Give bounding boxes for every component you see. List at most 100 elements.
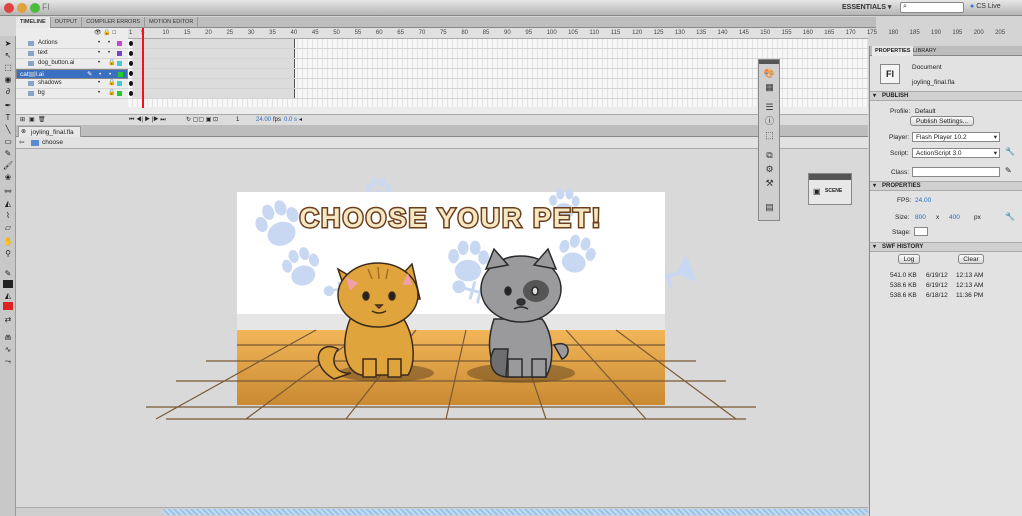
layer-outline-color[interactable] [117, 61, 122, 66]
line-tool-icon[interactable]: ╲ [2, 124, 14, 135]
rectangle-tool-icon[interactable]: ▭ [2, 136, 14, 147]
free-transform-tool-icon[interactable]: ⬚ [2, 62, 14, 73]
playback-controls[interactable]: ⏮ ◀| ▶ |▶ ⏭ [129, 115, 166, 125]
fps-value[interactable]: 24.00 [915, 197, 931, 204]
layer-outline-color[interactable] [117, 91, 122, 96]
layer-row[interactable]: cattail.ai✎•• [16, 69, 128, 79]
eyedropper-tool-icon[interactable]: ⌇ [2, 210, 14, 221]
layer-outline-color[interactable] [117, 81, 122, 86]
document-settings-wrench-icon[interactable]: 🔧 [1005, 212, 1015, 221]
tab-output[interactable]: OUTPUT [51, 17, 83, 28]
stage-height-value[interactable]: 400 [949, 214, 960, 221]
stage-width-value[interactable]: 800 [915, 214, 926, 221]
layer-outline-color[interactable] [117, 41, 122, 46]
frame-span[interactable] [133, 89, 295, 98]
publish-section-header[interactable]: ▾ PUBLISH [870, 91, 1022, 101]
transform-panel-icon[interactable]: ⬚ [763, 130, 776, 141]
elapsed-time[interactable]: 0.0 s [284, 115, 297, 125]
layer-lock-icon[interactable]: 🔒 [108, 59, 115, 68]
layer-visibility-toggle[interactable]: • [98, 59, 100, 68]
stage-horizontal-scrollbar[interactable] [16, 507, 868, 516]
layer-lock-icon[interactable]: • [108, 39, 110, 48]
frame-span[interactable] [133, 59, 295, 68]
new-layer-icon[interactable]: ⊞ [20, 115, 25, 125]
player-select[interactable]: Flash Player 10.2 ▾ [912, 132, 1000, 142]
keyframe[interactable] [129, 81, 133, 86]
frame-span[interactable] [133, 69, 295, 78]
keyframe[interactable] [129, 71, 133, 76]
zoom-window-icon[interactable] [30, 3, 40, 13]
properties-section-header[interactable]: ▾ PROPERTIES [870, 181, 1022, 191]
breadcrumb-scene[interactable]: choose [42, 139, 63, 146]
layer-visibility-toggle[interactable]: • [98, 39, 100, 48]
script-select[interactable]: ActionScript 3.0 ▾ [912, 148, 1000, 158]
new-folder-icon[interactable]: ▣ [29, 115, 35, 125]
color-panel-icon[interactable]: 🎨 [763, 68, 776, 79]
class-input[interactable] [912, 167, 1000, 177]
layer-lock-icon[interactable]: 🔒 [108, 79, 115, 88]
zoom-tool-icon[interactable]: ⚲ [2, 248, 14, 259]
fill-color-swatch[interactable] [3, 302, 13, 310]
swf-clear-button[interactable]: Clear [958, 254, 984, 264]
document-tab[interactable]: ⊗ joyling_final.fla [18, 126, 81, 137]
swf-log-button[interactable]: Log [898, 254, 920, 264]
subselection-tool-icon[interactable]: ↖ [2, 50, 14, 61]
delete-layer-icon[interactable]: 🗑 [38, 115, 46, 125]
paint-bucket-tool-icon[interactable]: ◭ [2, 198, 14, 209]
stage-area[interactable]: CHOOSE YOUR PET! [16, 149, 868, 507]
frame-rate-value[interactable]: 24.00 [256, 115, 271, 125]
swap-colors-icon[interactable]: ⇄ [2, 314, 14, 325]
text-tool-icon[interactable]: T [2, 112, 14, 123]
components-panel-icon[interactable]: ⧉ [763, 150, 776, 161]
tab-compiler-errors[interactable]: COMPILER ERRORS [82, 17, 146, 28]
workspace-essentials-menu[interactable]: ESSENTIALS ▾ [842, 3, 891, 11]
3d-rotation-tool-icon[interactable]: ◉ [2, 74, 14, 85]
layer-lock-icon[interactable]: • [108, 49, 110, 58]
close-window-icon[interactable] [4, 3, 14, 13]
frame-grid[interactable] [128, 39, 868, 107]
lock-all-layers-icon[interactable]: 🔒 [103, 30, 110, 36]
layer-row[interactable]: shadows • 🔒 [16, 79, 128, 89]
deco-tool-icon[interactable]: ❀ [2, 172, 14, 183]
movie-explorer-icon[interactable]: ▤ [763, 202, 776, 213]
layer-frames[interactable] [128, 49, 868, 59]
layer-row[interactable]: Actions • • [16, 39, 128, 49]
cs-live-button[interactable]: ● CS Live [970, 3, 1001, 10]
onion-skin-icons[interactable]: ↻ ▢▢ ▣ ⊡ [186, 115, 218, 125]
frame-span[interactable] [133, 39, 295, 48]
layer-outline-color[interactable] [117, 51, 122, 56]
layer-row[interactable]: dog_button.ai • 🔒 [16, 59, 128, 69]
layer-row[interactable]: text • • [16, 49, 128, 59]
frame-ruler[interactable]: 1510152025303540455055606570758085909510… [128, 28, 1005, 39]
keyframe[interactable] [129, 61, 133, 66]
scrollbar-thumb[interactable] [162, 509, 868, 515]
stroke-color-icon[interactable]: ✎ [2, 268, 14, 279]
stage-color-swatch[interactable] [914, 227, 928, 236]
scene-panel-icon[interactable]: ▣ [813, 187, 821, 196]
dock-grip[interactable] [759, 60, 779, 64]
bone-tool-icon[interactable]: ⚯ [2, 186, 14, 197]
timeline-scroll-left-icon[interactable]: ◂ [299, 115, 302, 125]
fill-color-icon[interactable]: ◭ [2, 290, 14, 301]
layer-lock-icon[interactable]: 🔒 [108, 89, 115, 98]
frame-span[interactable] [133, 49, 295, 58]
pen-tool-icon[interactable]: ✒ [2, 100, 14, 111]
scene-panel-label[interactable]: SCENE [825, 188, 842, 194]
back-arrow-icon[interactable]: ⇦ [19, 137, 24, 149]
keyframe[interactable] [129, 91, 133, 96]
frame-span[interactable] [133, 79, 295, 88]
align-panel-icon[interactable]: ☰ [763, 102, 776, 113]
hand-tool-icon[interactable]: ✋ [2, 236, 14, 247]
info-panel-icon[interactable]: ⓘ [763, 116, 776, 127]
swf-history-section-header[interactable]: ▾ SWF HISTORY [870, 242, 1022, 252]
snap-to-objects-icon[interactable]: ⋒ [2, 332, 14, 343]
tab-timeline[interactable]: TIMELINE [16, 17, 51, 28]
layer-visibility-toggle[interactable]: • [98, 89, 100, 98]
layer-frames[interactable] [128, 89, 868, 99]
swatches-panel-icon[interactable]: ▦ [763, 82, 776, 93]
edit-class-pencil-icon[interactable]: ✎ [1005, 166, 1012, 175]
tab-motion-editor[interactable]: MOTION EDITOR [145, 17, 199, 28]
scene-panel-header[interactable] [809, 174, 851, 180]
search-input[interactable]: ⌕ [900, 2, 964, 13]
actionscript-settings-wrench-icon[interactable]: 🔧 [1005, 147, 1015, 156]
